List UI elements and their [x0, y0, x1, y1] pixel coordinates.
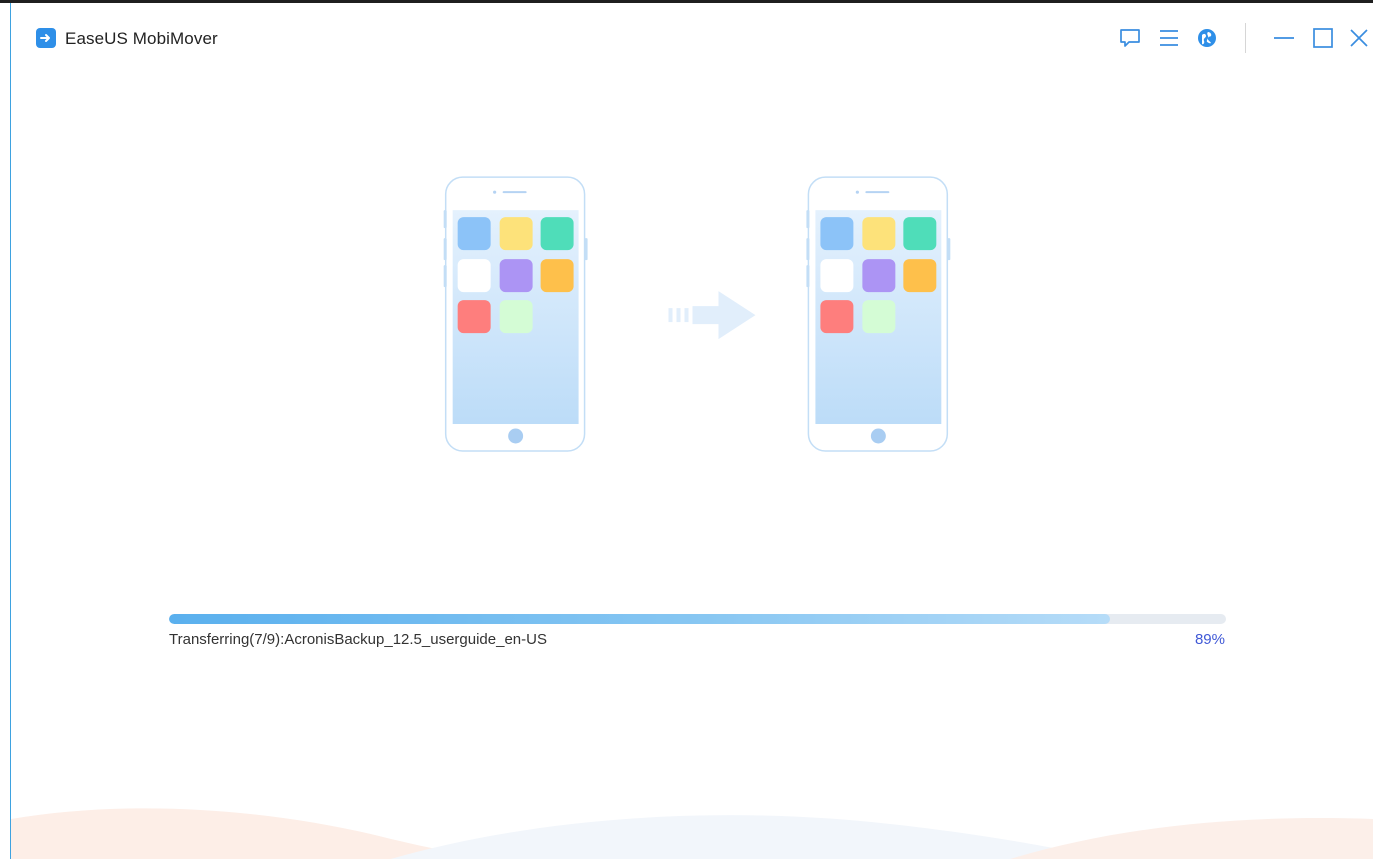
app-window: EaseUS MobiMover Transferring(7/9):Acron…: [10, 3, 1373, 859]
transfer-illustration: [443, 176, 951, 452]
decorative-waves: [11, 808, 1373, 859]
phone-target-icon: [806, 176, 951, 452]
arrow-right-icon: [668, 291, 756, 340]
transfer-status-text: Transferring(7/9):AcronisBackup_12.5_use…: [169, 631, 547, 648]
transfer-percent: 89%: [1194, 631, 1225, 648]
transfer-progress-fill: [169, 614, 1110, 624]
phone-source-icon: [443, 176, 588, 452]
transfer-progress-bar: [169, 614, 1226, 624]
